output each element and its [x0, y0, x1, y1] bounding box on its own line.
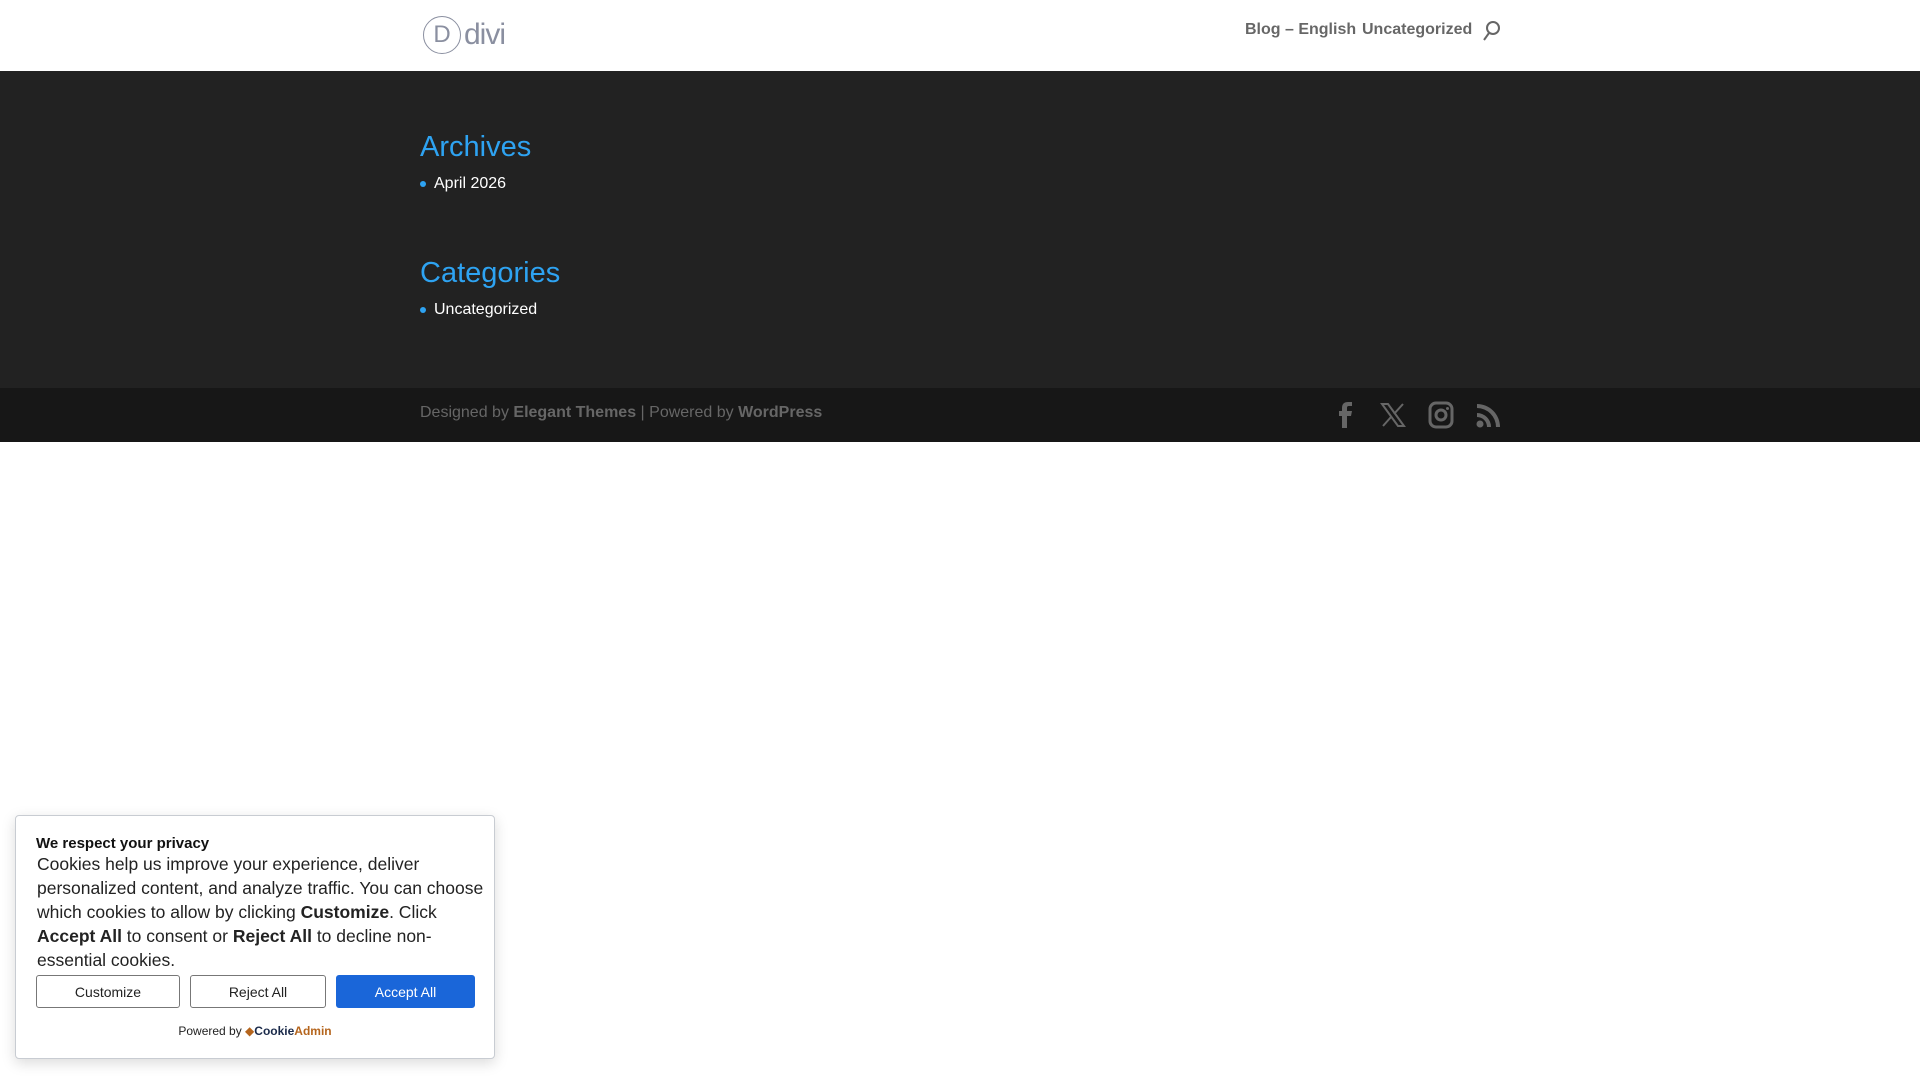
cookie-bold: Accept All: [37, 926, 122, 946]
logo-mark: D: [423, 16, 461, 54]
shield-icon: ◆: [245, 1024, 255, 1038]
instagram-icon[interactable]: [1427, 401, 1455, 429]
cookie-bold: Customize: [300, 902, 390, 922]
bullet-icon: [420, 307, 426, 313]
credits-text: Designed by: [420, 404, 514, 421]
powered-by: Powered by ◆CookieAdmin: [16, 1024, 494, 1038]
cookieadmin-logo[interactable]: CookieAdmin: [254, 1024, 331, 1038]
reject-all-button[interactable]: Reject All: [190, 975, 326, 1008]
credits-text: | Powered by: [636, 404, 739, 421]
facebook-icon[interactable]: [1331, 401, 1359, 429]
wordpress-link[interactable]: WordPress: [738, 404, 822, 421]
cookie-text: to consent or: [121, 926, 233, 946]
brand-b: Admin: [294, 1024, 332, 1038]
category-item[interactable]: Uncategorized: [420, 301, 537, 319]
archive-item[interactable]: April 2026: [420, 175, 506, 193]
accept-all-button[interactable]: Accept All: [336, 975, 475, 1008]
footer-credits: Designed by Elegant Themes | Powered by …: [420, 404, 822, 422]
search-icon[interactable]: [1482, 20, 1502, 42]
archive-link[interactable]: April 2026: [434, 175, 506, 193]
cookie-text: . Click: [389, 902, 437, 922]
brand-a: Cookie: [254, 1024, 295, 1038]
site-header: D divi Blog – English Uncategorized: [0, 0, 1920, 71]
archives-title: Archives: [420, 131, 532, 163]
customize-button[interactable]: Customize: [36, 975, 180, 1008]
categories-title: Categories: [420, 257, 561, 289]
x-icon[interactable]: [1379, 401, 1407, 429]
rss-icon[interactable]: [1475, 401, 1503, 429]
cookie-message: Cookies help us improve your experience,…: [37, 852, 487, 972]
elegant-themes-link[interactable]: Elegant Themes: [513, 404, 636, 421]
nav-uncategorized[interactable]: Uncategorized: [1362, 21, 1472, 39]
powered-text: Powered by: [178, 1024, 246, 1038]
bullet-icon: [420, 181, 426, 187]
cookie-consent-banner: We respect your privacy Cookies help us …: [15, 815, 495, 1059]
cookie-bold: Reject All: [232, 926, 312, 946]
nav-blog-english[interactable]: Blog – English: [1245, 21, 1356, 39]
site-footer: Designed by Elegant Themes | Powered by …: [0, 388, 1920, 442]
cookie-title: We respect your privacy: [36, 835, 210, 852]
divi-logo[interactable]: D divi: [423, 16, 506, 54]
category-link[interactable]: Uncategorized: [434, 301, 537, 319]
logo-word: divi: [464, 18, 506, 51]
main-content: Archives April 2026 Categories Uncategor…: [0, 71, 1920, 388]
